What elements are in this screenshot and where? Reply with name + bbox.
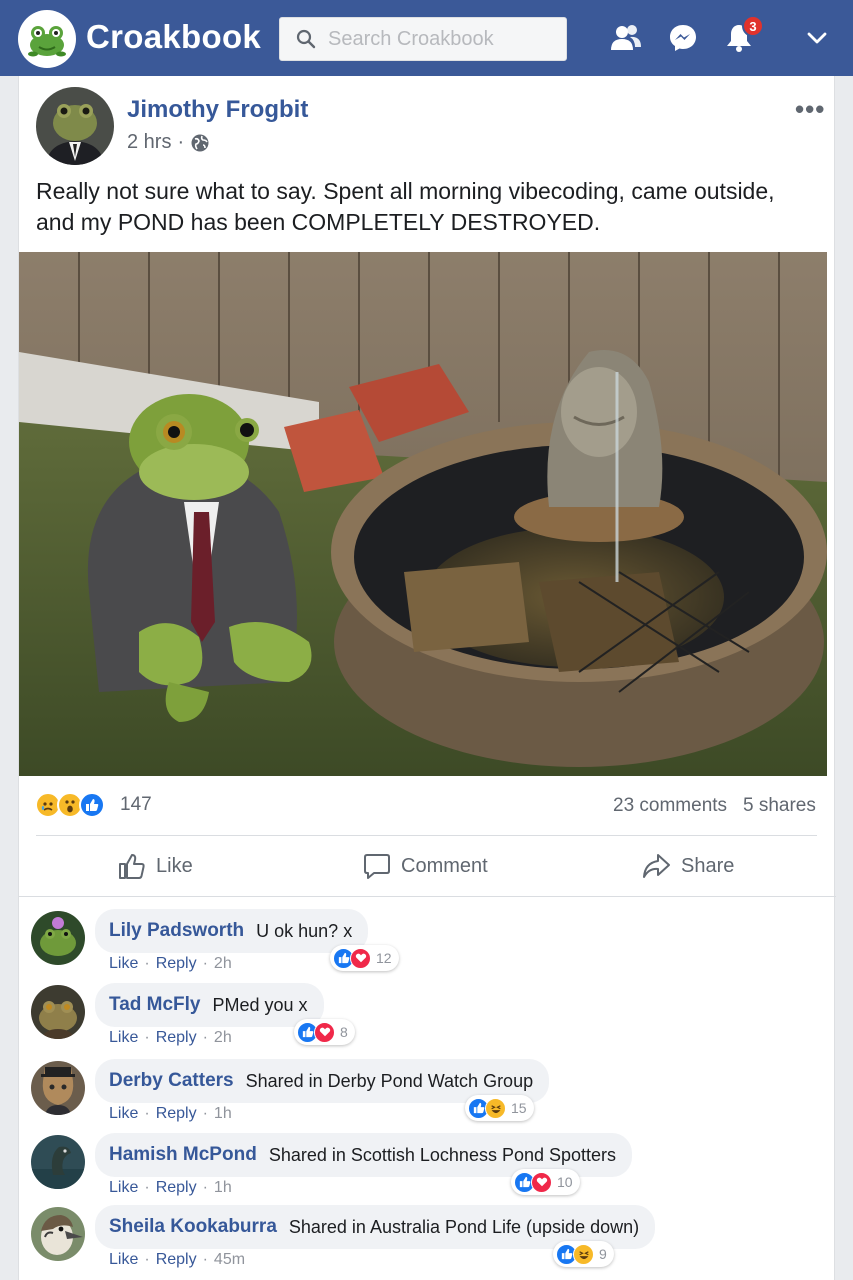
comment-reaction-count: 10: [557, 1174, 573, 1190]
post-stats: 147 23 comments 5 shares: [19, 789, 836, 823]
reaction-icons[interactable]: [35, 792, 105, 818]
author-avatar[interactable]: [36, 87, 114, 165]
search-bar[interactable]: [279, 17, 567, 61]
commenter-avatar[interactable]: [31, 1061, 85, 1115]
messenger-icon[interactable]: [665, 20, 701, 56]
frog-logo-icon[interactable]: [18, 10, 76, 68]
comments-count[interactable]: 23 comments: [613, 795, 727, 817]
comment-reply-link[interactable]: Reply: [156, 1105, 197, 1123]
search-input[interactable]: [328, 27, 548, 51]
comment-bubble: Lily Padsworth U ok hun? x: [95, 909, 369, 953]
comment-reactions[interactable]: 10: [511, 1169, 580, 1195]
post-photo[interactable]: [19, 252, 827, 776]
comment-bubble: Tad McFly PMed you x: [95, 983, 324, 1027]
like-button[interactable]: Like: [118, 836, 193, 896]
commenter-avatar[interactable]: [31, 985, 85, 1039]
commenter-name[interactable]: Hamish McPond: [109, 1144, 257, 1166]
comment-item: Sheila Kookaburra Shared in Australia Po…: [19, 1205, 836, 1280]
commenter-name[interactable]: Derby Catters: [109, 1070, 234, 1092]
comment-reply-link[interactable]: Reply: [156, 1029, 197, 1047]
comment-item: Hamish McPond Shared in Scottish Lochnes…: [19, 1133, 836, 1209]
comment-text: PMed you x: [212, 994, 308, 1015]
comment-reaction-count: 9: [599, 1246, 607, 1262]
comment-actions: Like · Reply · 2h: [109, 1029, 232, 1047]
comment-reaction-count: 8: [340, 1024, 348, 1040]
love-reaction-icon: [531, 1171, 552, 1193]
top-navigation-bar: Croakbook 3: [0, 0, 853, 76]
comment-item: Lily Padsworth U ok hun? x Like · Reply · …: [19, 909, 836, 985]
commenter-name[interactable]: Lily Padsworth: [109, 920, 244, 942]
comment-like-link[interactable]: Like: [109, 955, 138, 973]
notifications-badge: 3: [742, 15, 764, 37]
comment-like-link[interactable]: Like: [109, 1105, 138, 1123]
love-reaction-icon: [314, 1021, 335, 1043]
comment-actions: Like · Reply · 2h: [109, 955, 232, 973]
comment-reaction-count: 15: [511, 1100, 527, 1116]
globe-icon: [191, 134, 209, 151]
comment-item: Tad McFly PMed you x Like · Reply · 2h 8: [19, 983, 836, 1059]
comment-reply-link[interactable]: Reply: [156, 955, 197, 973]
comment-reaction-count: 12: [376, 950, 392, 966]
love-reaction-icon: [350, 947, 371, 969]
friends-icon[interactable]: [608, 20, 644, 56]
comment-item: Derby Catters Shared in Derby Pond Watch…: [19, 1059, 836, 1135]
like-label: Like: [156, 854, 193, 877]
post-actions: Like Comment Share: [19, 836, 836, 896]
haha-reaction-icon: [573, 1243, 594, 1265]
comment-time[interactable]: 1h: [214, 1105, 232, 1123]
share-label: Share: [681, 854, 735, 877]
post-text: Really not sure what to say. Spent all m…: [36, 178, 775, 235]
post-card: Jimothy Frogbit 2 hrs · ••• Really not s…: [18, 76, 836, 1280]
comment-like-link[interactable]: Like: [109, 1251, 138, 1269]
post-author-name[interactable]: Jimothy Frogbit: [127, 96, 308, 124]
comment-text: Shared in Derby Pond Watch Group: [245, 1070, 534, 1091]
post-meta: 2 hrs ·: [127, 131, 210, 154]
comment-time[interactable]: 1h: [214, 1179, 232, 1197]
comment-reactions[interactable]: 12: [330, 945, 399, 971]
comments-section: Lily Padsworth U ok hun? x Like · Reply · …: [19, 896, 836, 1280]
more-options-icon[interactable]: •••: [795, 94, 825, 125]
post-time[interactable]: 2 hrs: [127, 131, 171, 154]
commenter-name[interactable]: Sheila Kookaburra: [109, 1216, 277, 1238]
meta-separator: ·: [177, 131, 185, 153]
commenter-avatar[interactable]: [31, 1207, 85, 1261]
comment-button[interactable]: Comment: [363, 836, 488, 896]
haha-reaction-icon: [485, 1097, 506, 1119]
chevron-down-icon[interactable]: [799, 20, 835, 56]
brand-name[interactable]: Croakbook: [86, 18, 261, 56]
search-icon: [296, 29, 316, 49]
comment-like-link[interactable]: Like: [109, 1029, 138, 1047]
commenter-name[interactable]: Tad McFly: [109, 994, 201, 1016]
comment-actions: Like · Reply · 45m: [109, 1251, 246, 1269]
comment-actions: Like · Reply · 1h: [109, 1105, 232, 1123]
comment-time[interactable]: 45m: [214, 1251, 245, 1269]
like-reaction-icon: [79, 792, 105, 818]
comment-time[interactable]: 2h: [214, 955, 232, 973]
comment-icon: [364, 854, 390, 879]
commenter-avatar[interactable]: [31, 1135, 85, 1189]
share-arrow-icon: [643, 854, 670, 878]
comment-actions: Like · Reply · 1h: [109, 1179, 232, 1197]
comment-text: Shared in Australia Pond Life (upside do…: [288, 1216, 640, 1237]
share-button[interactable]: Share: [641, 836, 734, 896]
comment-text: U ok hun? x: [256, 920, 353, 941]
comment-text: Shared in Scottish Lochness Pond Spotter…: [268, 1144, 617, 1165]
thumbs-up-icon: [119, 854, 145, 879]
shares-count[interactable]: 5 shares: [743, 795, 816, 817]
comment-reactions[interactable]: 9: [553, 1241, 614, 1267]
comment-reply-link[interactable]: Reply: [156, 1251, 197, 1269]
comment-reactions[interactable]: 15: [465, 1095, 534, 1121]
comment-like-link[interactable]: Like: [109, 1179, 138, 1197]
commenter-avatar[interactable]: [31, 911, 85, 965]
comment-reactions[interactable]: 8: [294, 1019, 355, 1045]
reaction-count[interactable]: 147: [120, 794, 152, 816]
comment-reply-link[interactable]: Reply: [156, 1179, 197, 1197]
comment-label: Comment: [401, 854, 488, 877]
comment-time[interactable]: 2h: [214, 1029, 232, 1047]
